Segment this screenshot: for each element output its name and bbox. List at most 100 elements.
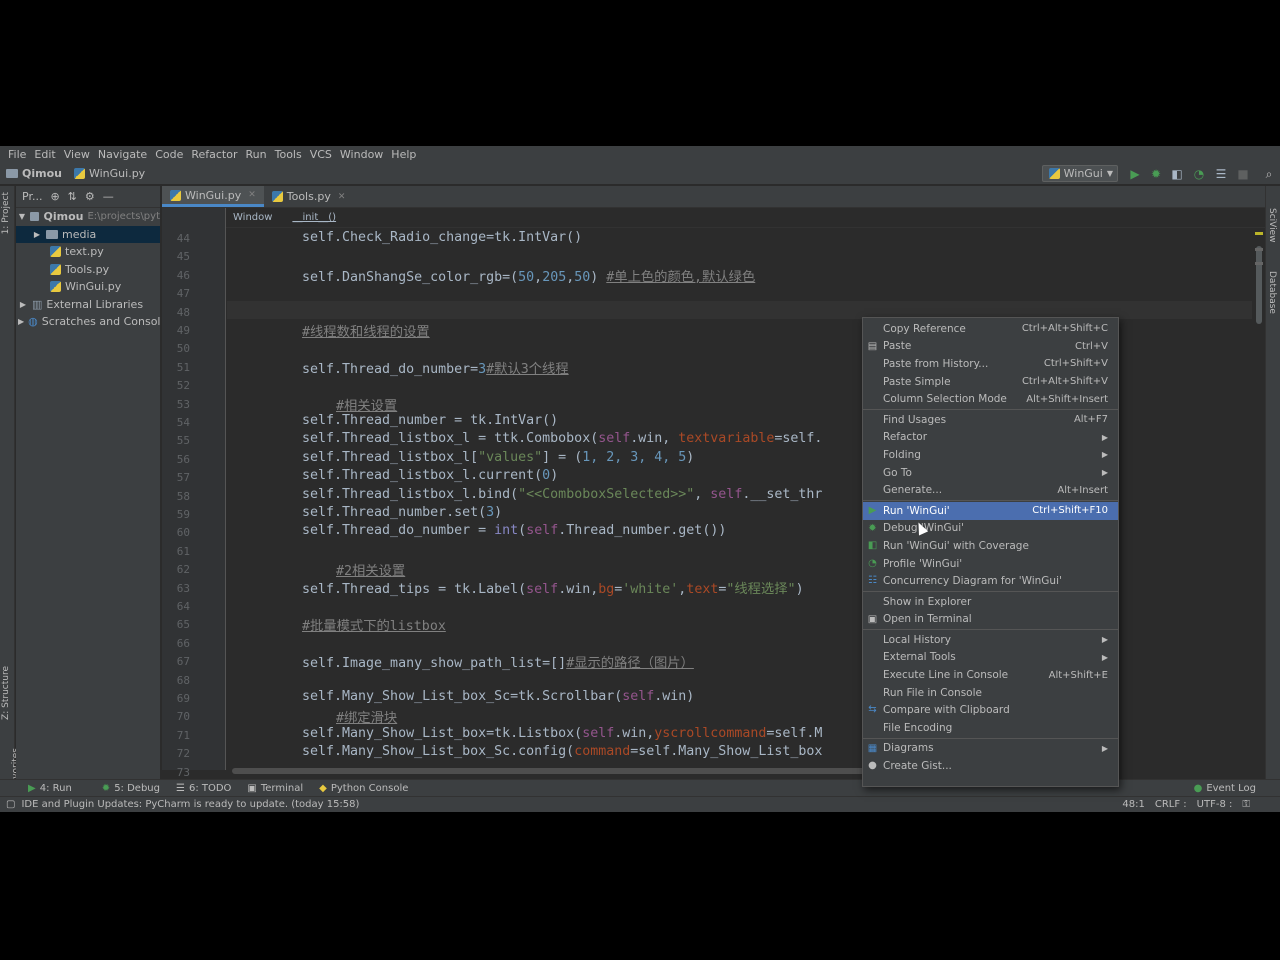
gear-icon[interactable]: ⚙ (85, 190, 95, 203)
build-button[interactable]: ☰ (1214, 167, 1228, 181)
structure-tool-tab[interactable]: Z: Structure (1, 666, 11, 720)
menu-code[interactable]: Code (151, 146, 187, 163)
context-menu-item[interactable]: Copy Reference Ctrl+Alt+Shift+C (863, 320, 1118, 338)
tree-item-file[interactable]: Tools.py (16, 261, 160, 279)
caret-position[interactable]: 48:1 (1122, 799, 1144, 810)
search-icon[interactable]: ⌕ (1262, 167, 1276, 181)
tree-item-file[interactable]: WinGui.py (16, 278, 160, 296)
menu-vcs[interactable]: VCS (306, 146, 336, 163)
tab-wingui[interactable]: WinGui.py ✕ (162, 186, 264, 207)
editor-context-menu: Copy Reference Ctrl+Alt+Shift+C ▤ Paste Ctrl… (862, 317, 1119, 787)
context-menu-item[interactable]: ▦ Diagrams ▶ (863, 740, 1118, 758)
context-menu-item[interactable]: Paste Simple Ctrl+Alt+Shift+V (863, 373, 1118, 391)
globe-icon[interactable]: ⊕ (50, 190, 59, 203)
lock-icon[interactable]: ⚿ (1242, 799, 1250, 810)
context-menu-item[interactable]: ● Create Gist... (863, 757, 1118, 775)
context-menu-label: Execute Line in Console (883, 669, 1009, 682)
profile-button[interactable]: ◔ (1192, 167, 1206, 181)
code-line: #线程数和线程的设置 (302, 325, 430, 340)
debug-tool-button[interactable]: ✹ 5: Debug (94, 783, 168, 794)
context-menu-item[interactable]: Go To ▶ (863, 464, 1118, 482)
menu-edit[interactable]: Edit (30, 146, 59, 163)
context-menu-item[interactable]: Column Selection Mode Alt+Shift+Insert (863, 390, 1118, 408)
context-menu-item[interactable]: Execute Line in Console Alt+Shift+E (863, 666, 1118, 684)
todo-tool-button[interactable]: ☰ 6: TODO (168, 783, 239, 794)
context-menu-label: Run File in Console (883, 686, 982, 699)
nav-crumb-file[interactable]: WinGui.py (68, 167, 151, 180)
close-icon[interactable]: ✕ (338, 192, 346, 202)
menu-view[interactable]: View (60, 146, 94, 163)
project-tool-tab[interactable]: 1: Project (1, 192, 11, 234)
file-encoding[interactable]: UTF-8 : (1197, 799, 1233, 810)
menu-help[interactable]: Help (387, 146, 420, 163)
context-menu-shortcut: Ctrl+Shift+F10 (1032, 505, 1108, 517)
tree-item-file[interactable]: text.py (16, 243, 160, 261)
breadcrumb-method[interactable]: __init__() (292, 212, 336, 223)
context-menu-item[interactable]: Paste from History... Ctrl+Shift+V (863, 355, 1118, 373)
menu-run[interactable]: Run (242, 146, 271, 163)
run-button[interactable]: ▶ (1128, 167, 1142, 181)
nav-crumb-project[interactable]: Qimou (0, 167, 68, 180)
menu-window[interactable]: Window (336, 146, 387, 163)
context-menu-item[interactable]: ▣ Open in Terminal (863, 611, 1118, 629)
error-marker[interactable] (1255, 232, 1263, 235)
sciview-tool-tab[interactable]: SciView (1267, 208, 1277, 243)
tree-root[interactable]: ▼ Qimou E:\projects\pyt (16, 208, 160, 226)
warning-marker[interactable] (1255, 248, 1263, 251)
run-configuration-select[interactable]: WinGui ▼ (1042, 165, 1118, 182)
line-number: 49 (176, 324, 190, 337)
line-number: 68 (176, 673, 190, 687)
code-line: #绑定滑块 (336, 711, 398, 726)
line-number: 58 (176, 489, 190, 503)
breadcrumb-class[interactable]: Window (233, 212, 272, 223)
debug-button[interactable]: ✹ (1149, 167, 1163, 181)
context-menu-label: Paste Simple (883, 375, 951, 388)
context-menu-item[interactable]: ⇆ Compare with Clipboard (863, 701, 1118, 719)
context-menu-item[interactable]: ☷ Concurrency Diagram for 'WinGui' (863, 572, 1118, 590)
menu-file[interactable]: File (4, 146, 30, 163)
status-toggle-icon[interactable]: ▢ (6, 799, 15, 810)
terminal-tool-button[interactable]: ▣ Terminal (239, 783, 311, 794)
tree-item-media[interactable]: ▶ media (16, 225, 160, 243)
close-icon[interactable]: ✕ (248, 190, 256, 200)
line-separator[interactable]: CRLF : (1155, 799, 1187, 810)
tree-item-scratches[interactable]: ▶ ◍ Scratches and Consoles (16, 313, 160, 331)
minimize-icon[interactable]: — (103, 190, 114, 203)
project-view-selector[interactable]: Pr... (22, 190, 42, 203)
event-log-button[interactable]: ● Event Log (1186, 783, 1264, 794)
status-message[interactable]: IDE and Plugin Updates: PyCharm is ready… (21, 799, 359, 810)
context-menu-item[interactable]: Run File in Console (863, 684, 1118, 702)
context-menu-item[interactable]: ✹ Debug 'WinGui' (863, 520, 1118, 538)
context-menu-label: Run 'WinGui' with Coverage (883, 539, 1029, 552)
menu-refactor[interactable]: Refactor (187, 146, 241, 163)
tab-tools[interactable]: Tools.py ✕ (264, 186, 354, 207)
menu-navigate[interactable]: Navigate (94, 146, 151, 163)
python-console-button[interactable]: ◆ Python Console (311, 783, 416, 794)
context-menu-item[interactable]: Show in Explorer (863, 593, 1118, 611)
code-line: #批量模式下的listbox (302, 619, 446, 634)
context-menu-item[interactable]: External Tools ▶ (863, 649, 1118, 667)
terminal-icon: ▣ (247, 783, 257, 794)
run-tool-button[interactable]: ▶ 4: Run (20, 783, 80, 794)
collapse-icon[interactable]: ⇅ (68, 190, 77, 203)
vertical-scrollbar-thumb[interactable] (1256, 246, 1262, 324)
context-menu-item[interactable]: Find Usages Alt+F7 (863, 411, 1118, 429)
context-menu-item[interactable]: ▶ Run 'WinGui' Ctrl+Shift+F10 (863, 501, 1118, 520)
context-menu-item[interactable]: Folding ▶ (863, 446, 1118, 464)
context-menu-item[interactable]: ◧ Run 'WinGui' with Coverage (863, 537, 1118, 555)
context-menu-item[interactable]: ▤ Paste Ctrl+V (863, 338, 1118, 356)
warning-marker[interactable] (1255, 262, 1263, 265)
context-menu-item[interactable]: Local History ▶ (863, 631, 1118, 649)
context-menu-item[interactable]: Generate... Alt+Insert (863, 481, 1118, 499)
line-number: 50 (176, 342, 190, 356)
code-line: self.Image_many_show_path_list=[]#显示的路径（… (302, 656, 694, 671)
tree-item-external-libraries[interactable]: ▶ ▥ External Libraries (16, 296, 160, 314)
context-menu-item[interactable]: File Encoding (863, 719, 1118, 737)
context-menu-item[interactable]: Refactor ▶ (863, 429, 1118, 447)
code-line: self.Many_Show_List_box_Sc.config(comman… (302, 744, 823, 759)
context-menu-item[interactable]: ◔ Profile 'WinGui' (863, 555, 1118, 573)
menu-tools[interactable]: Tools (271, 146, 306, 163)
stop-button[interactable]: ■ (1236, 167, 1250, 181)
database-tool-tab[interactable]: Database (1267, 271, 1277, 314)
coverage-button[interactable]: ◧ (1170, 167, 1184, 181)
